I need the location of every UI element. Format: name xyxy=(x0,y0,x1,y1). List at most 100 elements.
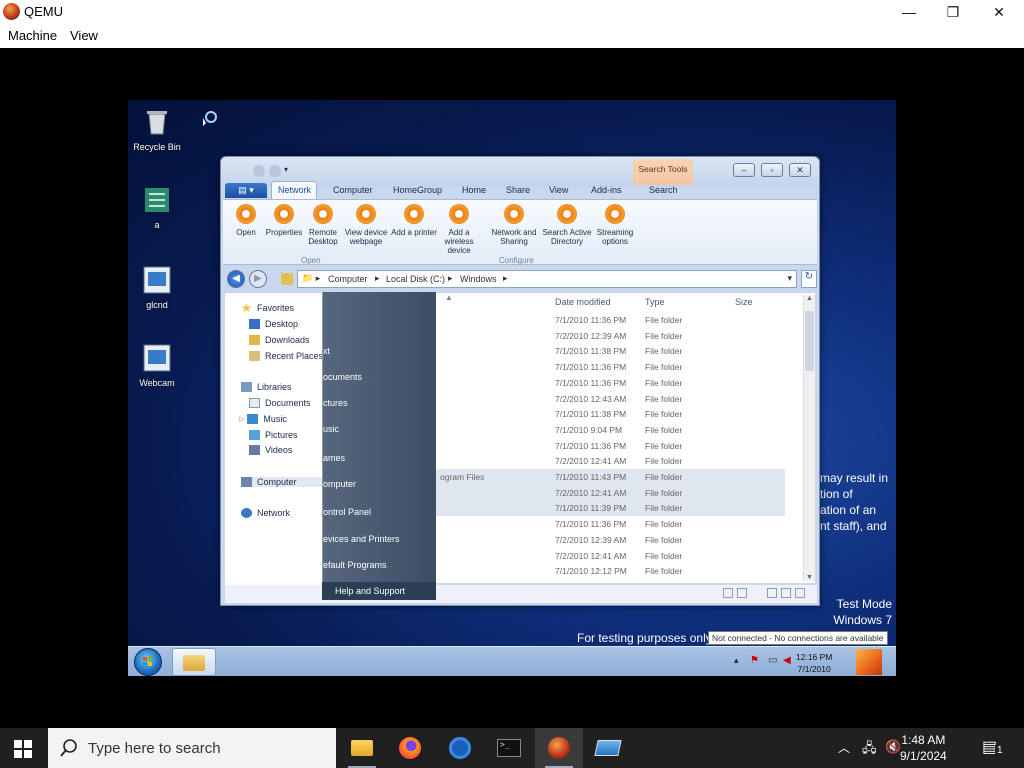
file-menu-button[interactable]: ▤ ▾ xyxy=(225,183,267,198)
forward-button[interactable]: ▶ xyxy=(249,270,267,288)
nav-music[interactable]: ▷ Music xyxy=(239,414,287,424)
desktop-icon-a[interactable]: a xyxy=(128,184,189,230)
start-orb-button[interactable] xyxy=(134,648,162,676)
back-quick-icon[interactable] xyxy=(253,165,265,177)
column-type[interactable]: Type xyxy=(645,297,665,307)
taskbar-browser[interactable] xyxy=(436,728,484,768)
taskbar-file-explorer[interactable] xyxy=(338,728,386,768)
breadcrumb-computer[interactable]: Computer xyxy=(328,274,368,284)
column-size[interactable]: Size xyxy=(735,297,753,307)
nav-videos[interactable]: Videos xyxy=(249,445,292,455)
nav-pictures[interactable]: Pictures xyxy=(249,430,298,440)
startmenu-item[interactable]: ctures xyxy=(323,398,437,408)
address-field[interactable]: 📁 ▸ Computer ▸ Local Disk (C:) ▸ Windows… xyxy=(297,270,797,288)
startmenu-item[interactable]: xt xyxy=(323,346,437,356)
taskbar-explorer-button[interactable] xyxy=(172,648,216,676)
refresh-icon[interactable]: ↻ xyxy=(801,270,817,288)
guest-clock[interactable]: 12:16 PM 7/1/2010 xyxy=(796,651,832,675)
tab-search[interactable]: Search xyxy=(649,185,678,195)
file-name: ogram Files xyxy=(440,472,485,482)
startmenu-item[interactable]: evices and Printers xyxy=(323,534,437,544)
explorer-maximize-button[interactable]: ▫ xyxy=(761,163,783,177)
startmenu-item[interactable]: ocuments xyxy=(323,372,437,382)
close-button[interactable]: ✕ xyxy=(976,0,1022,24)
search-active-directory-button[interactable]: Search Active Directory xyxy=(542,204,592,246)
add-printer-button[interactable]: Add a printer xyxy=(389,204,439,237)
nav-network[interactable]: Network xyxy=(241,508,290,518)
tab-share[interactable]: Share xyxy=(506,185,530,195)
explorer-minimize-button[interactable]: – xyxy=(733,163,755,177)
startmenu-item[interactable]: usic xyxy=(323,424,437,434)
taskbar-app[interactable] xyxy=(584,728,632,768)
customize-quick-icon[interactable]: ▾ xyxy=(284,165,288,174)
taskbar-firefox[interactable] xyxy=(386,728,434,768)
guest-screen: Recycle Bin a glcnd Webcam may result in… xyxy=(128,100,896,676)
volume-muted-icon[interactable]: ◀ xyxy=(783,655,795,667)
navigation-pane-icon[interactable] xyxy=(795,588,805,598)
column-date-modified[interactable]: Date modified xyxy=(555,297,611,307)
desktop-icon-webcam[interactable]: Webcam xyxy=(128,342,189,388)
file-date: 7/1/2010 11:36 PM xyxy=(555,315,627,325)
nav-documents[interactable]: Documents xyxy=(249,398,311,408)
notifications-button[interactable]: ▤ 1 xyxy=(982,737,1005,759)
menu-view[interactable]: View xyxy=(70,28,98,43)
up-folder-icon[interactable] xyxy=(281,273,293,285)
network-icon xyxy=(504,204,524,224)
back-button[interactable]: ◀ xyxy=(227,270,245,288)
taskbar-terminal[interactable]: >_ xyxy=(485,728,533,768)
vertical-scrollbar[interactable]: ▲ ▼ xyxy=(803,295,815,581)
file-date: 7/1/2010 11:36 PM xyxy=(555,377,627,388)
tab-homegroup[interactable]: HomeGroup xyxy=(393,185,442,195)
startmenu-item[interactable]: ontrol Panel xyxy=(323,507,437,517)
explorer-close-button[interactable]: ✕ xyxy=(789,163,811,177)
network-status-icon[interactable]: ▭ xyxy=(768,655,780,667)
forward-quick-icon[interactable] xyxy=(269,165,281,177)
preview-pane-icon[interactable] xyxy=(767,588,777,598)
startmenu-item[interactable]: ames xyxy=(323,453,437,463)
nav-recent-places[interactable]: Recent Places xyxy=(249,351,323,361)
tab-add-ins[interactable]: Add-ins xyxy=(591,185,622,195)
nav-libraries[interactable]: Libraries xyxy=(241,382,292,392)
tab-home[interactable]: Home xyxy=(462,185,486,195)
file-date: 7/1/2010 11:36 PM xyxy=(555,519,627,530)
breadcrumb-local-disk[interactable]: Local Disk (C:) xyxy=(386,274,445,284)
streaming-options-button[interactable]: Streaming options xyxy=(590,204,640,246)
tab-view[interactable]: View xyxy=(549,185,568,195)
windows-start-button[interactable] xyxy=(14,740,32,758)
downloads-icon xyxy=(249,335,260,345)
breadcrumb-windows[interactable]: Windows xyxy=(460,274,497,284)
tab-computer[interactable]: Computer xyxy=(333,185,373,195)
startmenu-item[interactable]: omputer xyxy=(323,479,437,489)
taskbar-search-box[interactable]: Type here to search xyxy=(48,728,336,768)
file-type: File folder xyxy=(645,330,683,341)
tiles-view-icon[interactable] xyxy=(737,588,747,598)
desktop-icon-recycle-bin[interactable]: Recycle Bin xyxy=(128,106,189,152)
taskbar-qemu[interactable] xyxy=(535,728,583,768)
nav-desktop[interactable]: Desktop xyxy=(249,319,298,329)
menu-machine[interactable]: Machine xyxy=(8,28,57,43)
show-hidden-icons-button[interactable]: ▴ xyxy=(734,655,739,666)
details-view-icon[interactable] xyxy=(723,588,733,598)
restore-button[interactable]: ❐ xyxy=(930,0,976,24)
action-center-flag-icon[interactable]: ⚑ xyxy=(750,655,762,667)
open-icon xyxy=(236,204,256,224)
help-and-support-item[interactable]: Help and Support xyxy=(322,582,436,600)
minimize-button[interactable]: — xyxy=(886,0,932,24)
startmenu-item[interactable]: efault Programs xyxy=(323,560,437,570)
network-sharing-button[interactable]: Network and Sharing xyxy=(489,204,539,246)
nav-downloads[interactable]: Downloads xyxy=(249,335,310,345)
volume-muted-icon[interactable]: 🔇 xyxy=(885,739,901,755)
network-icon[interactable]: 🖧 xyxy=(862,739,877,761)
view-device-webpage-button[interactable]: View device webpage xyxy=(341,204,391,246)
show-hidden-icons-button[interactable]: ︿ xyxy=(838,739,850,756)
host-clock[interactable]: 1:48 AM 9/1/2024 xyxy=(900,732,947,764)
show-desktop-button[interactable] xyxy=(856,649,882,675)
recent-places-icon xyxy=(249,351,260,361)
details-pane-icon[interactable] xyxy=(781,588,791,598)
add-wireless-device-button[interactable]: Add a wireless device xyxy=(434,204,484,255)
address-dropdown-icon[interactable]: ▾ xyxy=(787,273,792,284)
nav-favorites[interactable]: Favorites xyxy=(241,303,294,313)
scroll-thumb[interactable] xyxy=(805,311,814,371)
desktop-icon-glcnd[interactable]: glcnd xyxy=(128,264,189,310)
tab-network[interactable]: Network xyxy=(278,185,311,195)
